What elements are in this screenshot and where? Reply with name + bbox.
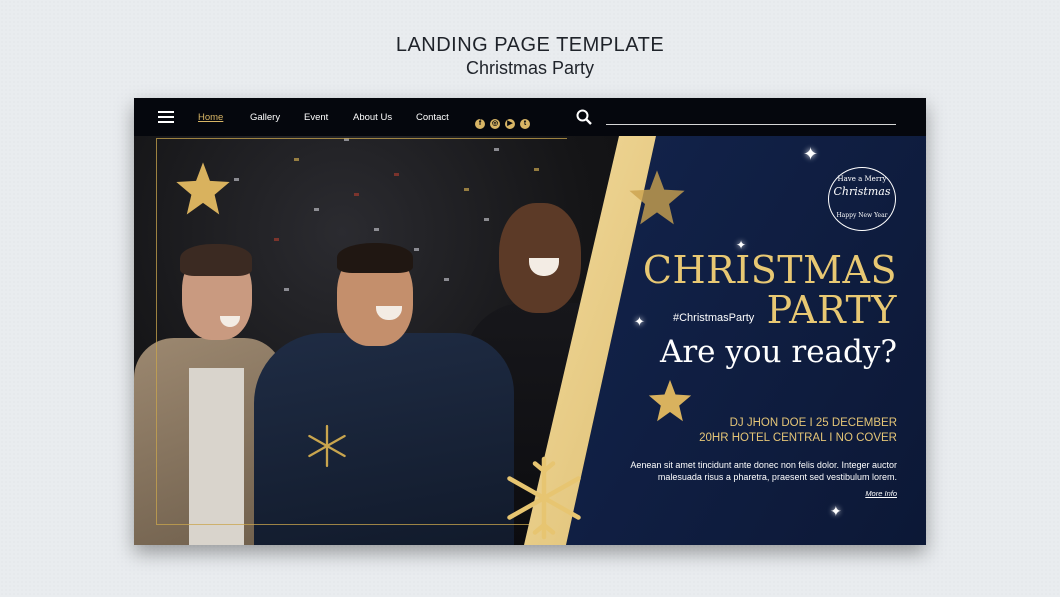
hero-description: Aenean sit amet tincidunt ante donec non… (630, 460, 897, 482)
gold-star-icon (176, 162, 230, 215)
snowflake-icon (308, 424, 346, 468)
facebook-icon[interactable]: f (475, 119, 485, 129)
youtube-icon[interactable]: ▶ (505, 119, 515, 129)
hero-hashtag: #ChristmasParty (673, 312, 755, 324)
hero-title-line-1: CHRISTMAS (642, 248, 897, 292)
snowflake-icon (507, 456, 581, 540)
badge-line-2: Christmas (833, 185, 891, 198)
hamburger-menu-icon[interactable] (158, 111, 174, 123)
page-heading: LANDING PAGE TEMPLATE (395, 34, 665, 56)
more-info-link[interactable]: More Info (865, 489, 897, 498)
sparkle-icon: ✦ (830, 503, 842, 519)
gold-star-icon (648, 379, 692, 422)
event-details-line-1: DJ JHON DOE I 25 DECEMBER (729, 417, 897, 429)
nav-link-contact[interactable]: Contact (416, 112, 449, 123)
sparkle-icon: ✦ (634, 314, 645, 329)
social-icons: f ◎ ▶ t (475, 112, 535, 130)
badge-line-1: Have a Merry (837, 175, 887, 183)
nav-link-home[interactable]: Home (198, 112, 223, 123)
search-icon[interactable] (576, 109, 592, 125)
hero-tagline: Are you ready? (659, 334, 897, 370)
search-input-line[interactable] (606, 124, 896, 125)
twitter-icon[interactable]: t (520, 119, 530, 129)
nav-link-about-us[interactable]: About Us (353, 112, 392, 123)
hero-title-line-2: PARTY (766, 288, 897, 332)
merry-christmas-badge: Have a Merry Christmas Happy New Year (828, 167, 896, 231)
instagram-icon[interactable]: ◎ (490, 119, 500, 129)
sparkle-icon: ✦ (803, 144, 819, 164)
top-navbar: Home Gallery Event About Us Contact f ◎ ▶ t (134, 98, 926, 136)
nav-link-gallery[interactable]: Gallery (250, 112, 280, 123)
gold-star-icon (629, 170, 685, 225)
page-subheading: Christmas Party (465, 58, 595, 78)
badge-line-3: Happy New Year (836, 212, 888, 219)
nav-link-event[interactable]: Event (304, 112, 328, 123)
landing-card: ✦ ✦ ✦ ✦ Home Gallery Event About Us Cont… (134, 98, 926, 545)
event-details-line-2: 20HR HOTEL CENTRAL I NO COVER (699, 432, 897, 444)
